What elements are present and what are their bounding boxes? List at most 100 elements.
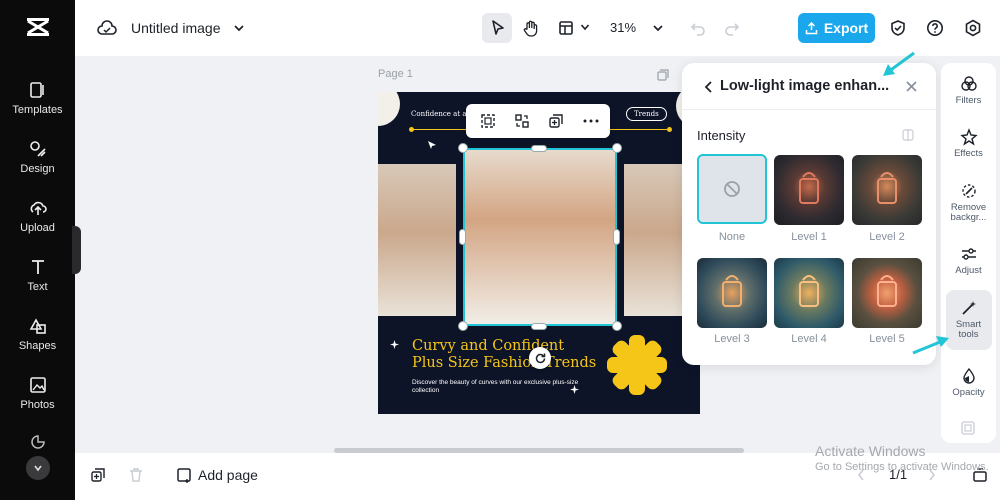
resize-handle[interactable] [531,323,547,330]
tool-label: Opacity [952,387,985,398]
top-bar: Untitled image 31% Export [75,0,1000,56]
photos-icon [29,377,46,393]
poster-badge: Trends [626,107,667,121]
trash-icon[interactable] [128,467,144,483]
duplicate-page-icon[interactable] [90,467,106,483]
shield-check-icon[interactable] [889,19,907,37]
panel-title: Low-light image enhan... [720,78,890,94]
sidebar-item-shapes[interactable]: Shapes [0,316,75,352]
rule-dot [409,127,414,132]
floating-toolbar [466,104,610,138]
lantern-thumbnail [722,275,742,307]
poster-tagline: Confidence at an [411,110,472,118]
export-button[interactable]: Export [798,13,875,43]
sidebar-item-upload[interactable]: Upload [0,198,75,234]
rotate-handle[interactable] [529,347,551,369]
sidebar-collapse-handle[interactable] [72,226,81,274]
more-options-icon[interactable] [583,119,599,123]
option-level-3[interactable] [697,258,767,328]
add-page-icon[interactable] [176,467,192,483]
option-label: Level 4 [791,333,827,345]
tool-label: Filters [955,95,982,106]
replace-icon[interactable] [514,113,530,129]
duplicate-page-icon[interactable] [657,69,669,81]
resize-handle[interactable] [458,321,468,331]
sidebar-item-design[interactable]: Design [0,139,75,175]
shapes-icon [29,318,46,334]
help-icon[interactable] [926,19,944,37]
lantern-thumbnail [799,275,819,307]
crop-icon[interactable] [480,113,496,129]
document-title[interactable]: Untitled image [131,20,221,36]
tool-adjust[interactable]: Adjust [941,245,996,276]
option-level-4[interactable] [774,258,844,328]
hand-icon[interactable] [522,19,540,37]
pointer-icon[interactable] [490,19,506,37]
cloud-sync-icon[interactable] [97,20,117,36]
chevron-down-icon[interactable] [652,23,664,33]
back-arrow-icon[interactable] [703,80,713,94]
close-icon[interactable] [905,80,918,93]
capcut-logo-icon[interactable] [25,14,51,40]
left-sidebar: Templates Design Upload Text Shapes Phot… [0,0,75,500]
tool-label: Adjust [955,265,982,276]
zoom-level[interactable]: 31% [610,20,636,35]
sidebar-item-label: Upload [20,222,55,234]
tool-effects[interactable]: Effects [941,128,996,159]
option-label: Level 2 [869,231,905,243]
upload-icon [30,201,47,215]
undo-icon[interactable] [690,20,706,36]
resize-handle[interactable] [613,229,620,245]
section-heading: Intensity [697,128,746,143]
sidebar-item-label: Templates [12,104,63,116]
compare-icon[interactable] [902,129,914,141]
sidebar-expand-button[interactable] [26,456,50,480]
resize-handle[interactable] [459,229,466,245]
duplicate-icon[interactable] [548,113,564,129]
sidebar-item-templates[interactable]: Templates [0,80,75,116]
sidebar-item-label: Shapes [18,340,57,352]
lantern-thumbnail [877,275,897,307]
settings-icon[interactable] [964,19,982,37]
add-page-button[interactable]: Add page [198,467,258,483]
sidebar-item-label: Design [20,163,55,175]
option-level-1[interactable] [774,155,844,225]
effects-icon [959,128,978,146]
chevron-down-icon[interactable] [233,23,245,33]
poster-headline: Curvy and Confident Plus Size Fashion Tre… [412,338,597,371]
none-icon [724,181,740,197]
export-label: Export [823,20,869,36]
option-level-2[interactable] [852,155,922,225]
selection-frame[interactable] [463,148,617,326]
burst-shape [607,335,667,395]
chevron-down-icon[interactable] [580,23,590,31]
windows-watermark-subtitle: Go to Settings to activate Windows. [815,461,989,473]
design-icon [29,141,46,157]
more-tools-icon[interactable] [961,421,975,435]
resize-handle[interactable] [612,143,622,153]
redo-icon[interactable] [724,20,740,36]
sidebar-item-text[interactable]: Text [0,257,75,293]
annotation-arrow-icon [883,51,915,76]
option-label: Level 3 [714,333,750,345]
panel-divider [682,109,936,110]
lantern-thumbnail [799,172,819,204]
sidebar-item-label: Text [27,281,48,293]
resize-handle[interactable] [458,143,468,153]
sparkle-glyph [570,385,579,394]
tool-filters[interactable]: Filters [941,75,996,106]
sidebar-item-photos[interactable]: Photos [0,375,75,411]
option-none[interactable] [697,154,767,224]
remove-background-icon [961,184,976,198]
filters-icon [960,76,977,91]
lantern-thumbnail [877,172,897,204]
layout-icon[interactable] [558,20,574,36]
more-apps-icon[interactable] [30,434,46,450]
templates-icon [29,82,44,98]
tool-remove-background[interactable]: Remove backgr... [941,182,996,223]
resize-handle[interactable] [531,145,547,152]
tool-opacity[interactable]: Opacity [941,367,996,398]
sparkle-glyph [390,340,399,349]
option-level-5[interactable] [852,258,922,328]
resize-handle[interactable] [612,321,622,331]
